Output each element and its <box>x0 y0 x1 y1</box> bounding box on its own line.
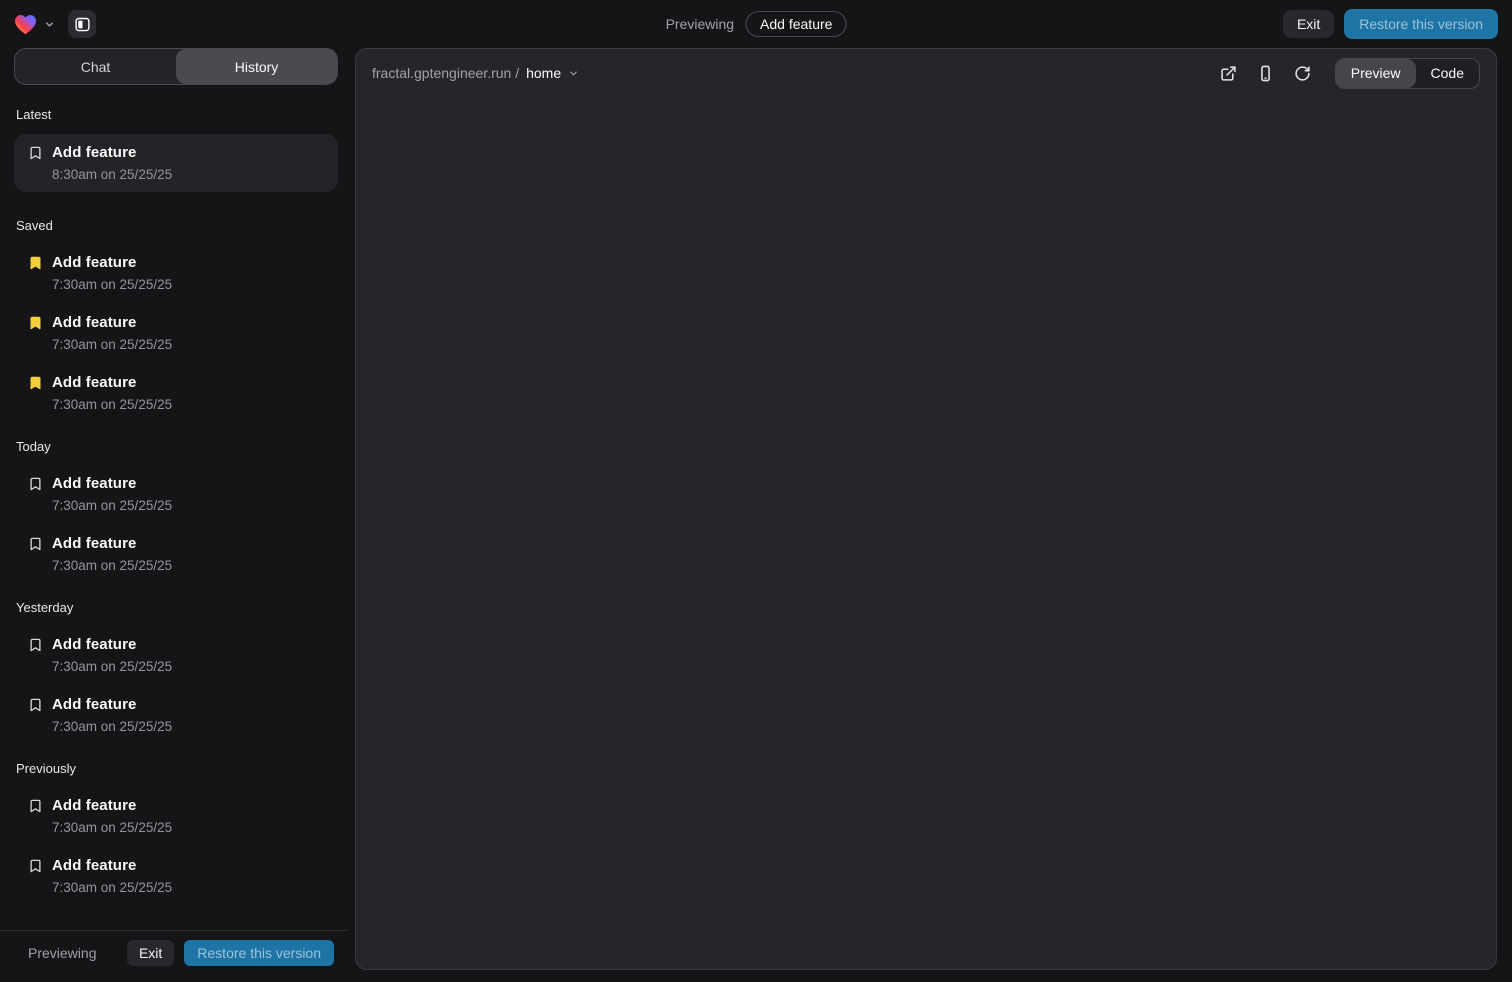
bookmark-filled-icon <box>28 375 43 413</box>
bookmark-outline-icon <box>28 798 43 836</box>
url-prefix: fractal.gptengineer.run / <box>372 65 519 81</box>
section-header: Today <box>16 439 336 454</box>
top-bar: Previewing Add feature Exit Restore this… <box>0 0 1512 48</box>
history-item-title: Add feature <box>52 856 172 875</box>
history-item[interactable]: Add feature 7:30am on 25/25/25 <box>14 856 338 896</box>
preview-panel-header: fractal.gptengineer.run / home <box>356 49 1496 97</box>
topbar-left <box>14 10 96 38</box>
version-name-badge: Add feature <box>746 11 846 37</box>
url-page-selector[interactable]: fractal.gptengineer.run / home <box>372 65 579 81</box>
open-in-new-tab-button[interactable] <box>1220 65 1237 82</box>
refresh-button[interactable] <box>1294 65 1311 82</box>
history-item-timestamp: 7:30am on 25/25/25 <box>52 558 172 574</box>
history-item[interactable]: Add feature 7:30am on 25/25/25 <box>14 635 338 675</box>
history-item-title: Add feature <box>52 373 172 392</box>
mobile-preview-button[interactable] <box>1257 65 1274 82</box>
sidebar-footer: Previewing Exit Restore this version <box>0 930 348 982</box>
toggle-preview[interactable]: Preview <box>1336 59 1416 88</box>
preview-code-toggle: Preview Code <box>1335 58 1480 89</box>
history-item-timestamp: 7:30am on 25/25/25 <box>52 719 172 735</box>
history-item-timestamp: 7:30am on 25/25/25 <box>52 337 172 353</box>
history-item[interactable]: Add feature 7:30am on 25/25/25 <box>14 695 338 735</box>
bookmark-outline-icon <box>28 697 43 735</box>
section-header: Latest <box>16 107 336 122</box>
history-item[interactable]: Add feature 7:30am on 25/25/25 <box>14 313 338 353</box>
previewing-label: Previewing <box>666 16 734 32</box>
history-item-timestamp: 8:30am on 25/25/25 <box>52 167 172 183</box>
exit-button[interactable]: Exit <box>1283 10 1334 38</box>
history-item-timestamp: 7:30am on 25/25/25 <box>52 820 172 836</box>
history-item-title: Add feature <box>52 253 172 272</box>
panel-left-icon <box>74 16 91 33</box>
history-item[interactable]: Add feature 7:30am on 25/25/25 <box>14 373 338 413</box>
external-link-icon <box>1220 65 1237 82</box>
topbar-right: Exit Restore this version <box>1283 9 1498 39</box>
history-item[interactable]: Add feature 7:30am on 25/25/25 <box>14 534 338 574</box>
history-item-timestamp: 7:30am on 25/25/25 <box>52 498 172 514</box>
section-header: Yesterday <box>16 600 336 615</box>
bookmark-filled-icon <box>28 315 43 353</box>
tab-chat[interactable]: Chat <box>15 49 176 84</box>
preview-header-actions: Preview Code <box>1220 58 1480 89</box>
footer-exit-button[interactable]: Exit <box>127 940 174 966</box>
history-item[interactable]: Add feature 7:30am on 25/25/25 <box>14 253 338 293</box>
history-item-title: Add feature <box>52 695 172 714</box>
history-item[interactable]: Add feature 7:30am on 25/25/25 <box>14 474 338 514</box>
section-header: Previously <box>16 761 336 776</box>
topbar-center: Previewing Add feature <box>666 11 847 37</box>
sidebar-toggle-button[interactable] <box>68 10 96 38</box>
history-item-timestamp: 7:30am on 25/25/25 <box>52 659 172 675</box>
bookmark-outline-icon <box>28 145 43 183</box>
lovable-heart-icon <box>14 14 37 35</box>
history-item-timestamp: 7:30am on 25/25/25 <box>52 277 172 293</box>
preview-panel: fractal.gptengineer.run / home <box>355 48 1497 970</box>
history-list: Latest Add feature 8:30am on 25/25/25 Saved… <box>14 85 338 930</box>
chevron-down-icon[interactable] <box>44 19 55 30</box>
bookmark-outline-icon <box>28 536 43 574</box>
history-item-title: Add feature <box>52 635 172 654</box>
history-item-title: Add feature <box>52 474 172 493</box>
restore-version-button[interactable]: Restore this version <box>1344 9 1498 39</box>
bookmark-outline-icon <box>28 858 43 896</box>
chevron-down-icon <box>568 68 579 79</box>
history-item-title: Add feature <box>52 796 172 815</box>
tab-history[interactable]: History <box>176 49 337 84</box>
history-item-timestamp: 7:30am on 25/25/25 <box>52 880 172 896</box>
toggle-code[interactable]: Code <box>1416 59 1479 88</box>
bookmark-outline-icon <box>28 476 43 514</box>
bookmark-outline-icon <box>28 637 43 675</box>
sidebar-tabbar: Chat History <box>14 48 338 85</box>
history-item-timestamp: 7:30am on 25/25/25 <box>52 397 172 413</box>
history-item-title: Add feature <box>52 143 172 162</box>
footer-status-label: Previewing <box>28 945 96 961</box>
section-header: Saved <box>16 218 336 233</box>
history-item[interactable]: Add feature 7:30am on 25/25/25 <box>14 796 338 836</box>
history-item[interactable]: Add feature 8:30am on 25/25/25 <box>14 134 338 192</box>
bookmark-filled-icon <box>28 255 43 293</box>
refresh-icon <box>1294 65 1311 82</box>
footer-restore-version-button[interactable]: Restore this version <box>184 940 334 966</box>
url-current-page: home <box>526 65 561 81</box>
history-item-title: Add feature <box>52 534 172 553</box>
smartphone-icon <box>1257 65 1274 82</box>
history-sidebar: Chat History Latest Add feature 8:30am on … <box>14 48 338 982</box>
preview-content <box>356 97 1496 969</box>
history-item-title: Add feature <box>52 313 172 332</box>
